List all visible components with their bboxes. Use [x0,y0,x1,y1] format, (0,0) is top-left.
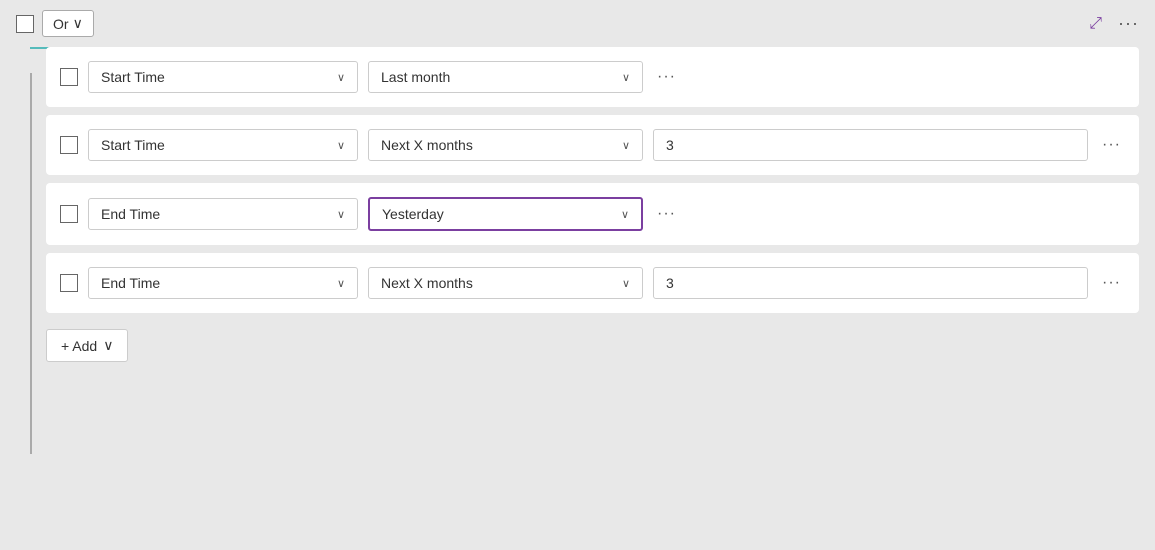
filter-row: Start Time ∨ Last month ∨ ··· [46,47,1139,107]
row4-field-select[interactable]: End Time ∨ [88,267,358,299]
top-bar: Or ∨ ⤢ ··· [16,10,1139,37]
row1-field-chevron: ∨ [337,71,345,84]
side-rail [16,47,46,540]
rows-area: Start Time ∨ Last month ∨ ··· Start Time… [46,47,1139,540]
collapse-button[interactable]: ⤢ [1089,15,1102,33]
root-checkbox[interactable] [16,15,34,33]
or-label: Or [53,16,69,32]
or-button[interactable]: Or ∨ [42,10,94,37]
row4-dots-button[interactable]: ··· [1098,274,1125,292]
add-chevron: ∨ [103,337,113,354]
filter-row: End Time ∨ Next X months ∨ ··· [46,253,1139,313]
row3-field-label: End Time [101,206,331,222]
row1-condition-chevron: ∨ [622,71,630,84]
side-vline [30,73,32,454]
row3-condition-label: Yesterday [382,206,615,222]
or-chevron: ∨ [73,15,83,32]
row4-field-chevron: ∨ [337,277,345,290]
top-dots-icon: ··· [1118,13,1139,33]
row3-condition-select[interactable]: Yesterday ∨ [368,197,643,231]
row4-condition-label: Next X months [381,275,616,291]
row1-field-select[interactable]: Start Time ∨ [88,61,358,93]
row2-checkbox[interactable] [60,136,78,154]
row3-checkbox[interactable] [60,205,78,223]
row1-condition-select[interactable]: Last month ∨ [368,61,643,93]
row3-dots-button[interactable]: ··· [653,205,680,223]
filter-row: End Time ∨ Yesterday ∨ ··· [46,183,1139,245]
add-label: + Add [61,338,97,354]
row1-condition-label: Last month [381,69,616,85]
row1-dots-button[interactable]: ··· [653,68,680,86]
row3-field-chevron: ∨ [337,208,345,221]
top-right: ⤢ ··· [1089,13,1139,34]
row4-condition-chevron: ∨ [622,277,630,290]
filter-row: Start Time ∨ Next X months ∨ ··· [46,115,1139,175]
row4-condition-select[interactable]: Next X months ∨ [368,267,643,299]
row2-field-select[interactable]: Start Time ∨ [88,129,358,161]
add-button[interactable]: + Add ∨ [46,329,128,362]
row4-field-label: End Time [101,275,331,291]
collapse-icon: ⤢ [1089,15,1102,33]
row4-checkbox[interactable] [60,274,78,292]
row2-field-chevron: ∨ [337,139,345,152]
row2-value-input[interactable] [653,129,1088,161]
top-dots-button[interactable]: ··· [1118,13,1139,34]
row3-field-select[interactable]: End Time ∨ [88,198,358,230]
row2-field-label: Start Time [101,137,331,153]
row2-condition-select[interactable]: Next X months ∨ [368,129,643,161]
row1-checkbox[interactable] [60,68,78,86]
row2-condition-chevron: ∨ [622,139,630,152]
row2-condition-label: Next X months [381,137,616,153]
row4-value-input[interactable] [653,267,1088,299]
top-left: Or ∨ [16,10,94,37]
add-bar: + Add ∨ [46,329,1139,362]
row2-dots-button[interactable]: ··· [1098,136,1125,154]
row3-condition-chevron: ∨ [621,208,629,221]
row1-field-label: Start Time [101,69,331,85]
